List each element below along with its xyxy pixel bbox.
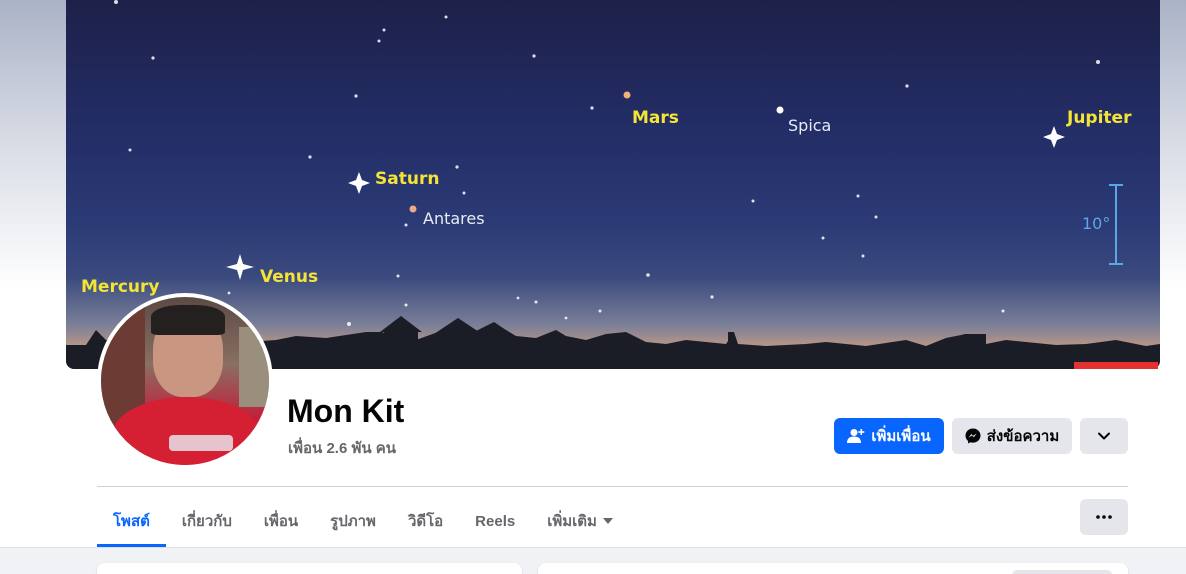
profile-name: Mon Kit xyxy=(287,393,405,429)
label-scale: 10° xyxy=(1082,214,1111,233)
cover-corner-tag xyxy=(1074,362,1158,369)
tab-reels[interactable]: Reels xyxy=(459,496,531,546)
profile-tabs: โพสต์ เกี่ยวกับ เพื่อน รูปภาพ วิดีโอ Ree… xyxy=(97,496,629,547)
chevron-down-icon xyxy=(1097,431,1111,441)
label-antares: Antares xyxy=(423,209,485,228)
avatar xyxy=(101,297,269,465)
tab-more-label: เพิ่มเติม xyxy=(547,513,597,530)
tab-posts-label: โพสต์ xyxy=(113,513,150,530)
message-button[interactable]: ส่งข้อความ xyxy=(952,418,1072,454)
tab-more[interactable]: เพิ่มเติม xyxy=(531,496,629,546)
profile-menu-button[interactable] xyxy=(1080,499,1128,535)
tab-friends-label: เพื่อน xyxy=(263,513,299,530)
label-jupiter: Jupiter xyxy=(1067,108,1132,128)
tab-videos[interactable]: วิดีโอ xyxy=(392,496,459,546)
more-options-button[interactable] xyxy=(1080,418,1128,454)
profile-picture[interactable] xyxy=(97,293,273,469)
tab-photos-label: รูปภาพ xyxy=(330,513,376,530)
filter-pill[interactable] xyxy=(1012,570,1112,574)
tab-photos[interactable]: รูปภาพ xyxy=(314,496,392,546)
friends-count[interactable]: เพื่อน 2.6 พัน คน xyxy=(288,436,396,460)
add-friend-label: เพิ่มเพื่อน xyxy=(871,428,931,445)
person-add-icon xyxy=(847,428,865,444)
tab-videos-label: วิดีโอ xyxy=(407,513,444,530)
tab-friends[interactable]: เพื่อน xyxy=(248,496,314,546)
more-dots-icon xyxy=(1096,515,1112,519)
tab-about[interactable]: เกี่ยวกับ xyxy=(166,496,248,546)
label-mars: Mars xyxy=(632,108,679,128)
message-label: ส่งข้อความ xyxy=(986,428,1060,445)
label-spica: Spica xyxy=(788,116,832,135)
add-friend-button[interactable]: เพิ่มเพื่อน xyxy=(834,418,944,454)
caret-down-icon xyxy=(602,518,613,524)
label-saturn: Saturn xyxy=(375,169,440,189)
tab-posts[interactable]: โพสต์ xyxy=(97,496,166,547)
intro-card xyxy=(97,563,522,574)
label-mercury: Mercury xyxy=(81,277,160,297)
header-divider xyxy=(97,486,1128,487)
tab-reels-label: Reels xyxy=(475,512,516,530)
tab-about-label: เกี่ยวกับ xyxy=(181,513,232,530)
messenger-icon xyxy=(965,428,981,444)
label-venus: Venus xyxy=(260,267,319,287)
